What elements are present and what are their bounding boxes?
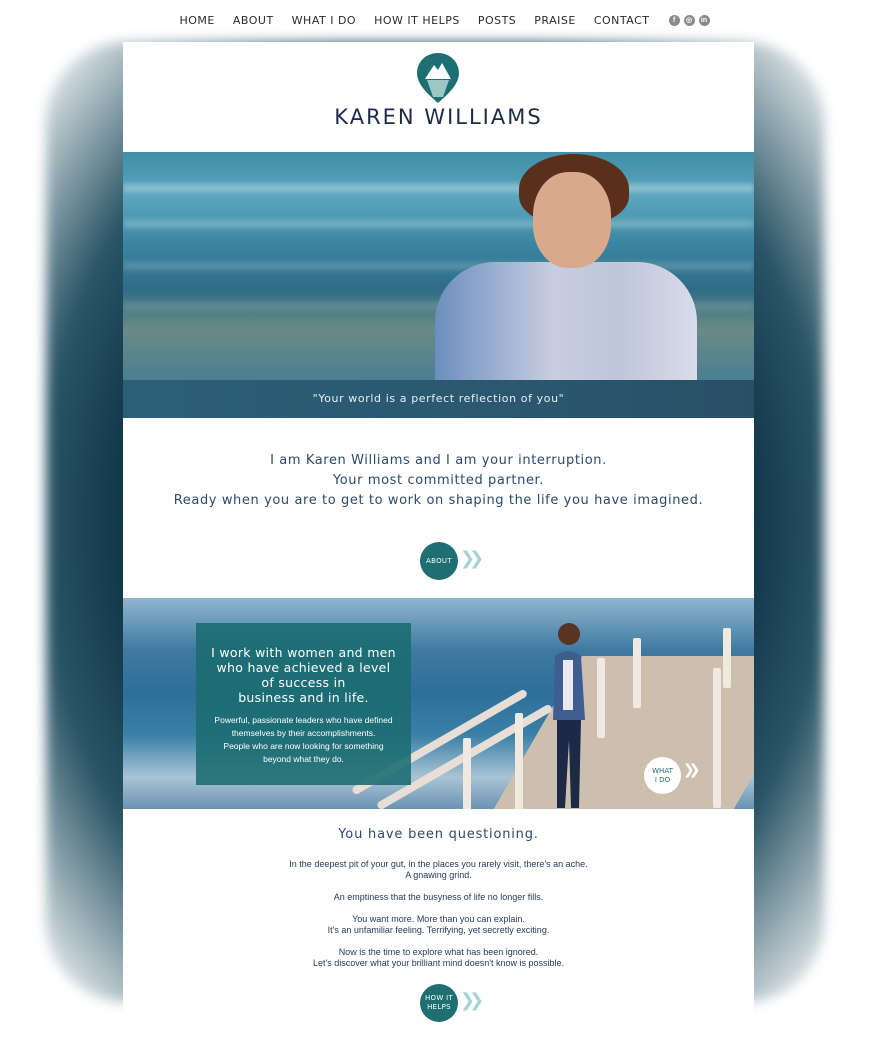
panel-sub-line: Powerful, passionate leaders who have de… — [214, 715, 393, 725]
walking-person — [553, 623, 585, 808]
nav-home[interactable]: HOME — [179, 14, 214, 27]
chevron-right-icon: ❯❯ — [683, 762, 701, 778]
how-it-helps-label: HELPS — [427, 1003, 451, 1011]
chevron-right-icon: ❯❯ — [460, 990, 484, 1011]
how-it-helps-button[interactable]: HOW IT HELPS — [420, 984, 458, 1022]
instagram-icon[interactable]: ◎ — [683, 14, 695, 26]
what-i-do-label: I DO — [654, 775, 671, 784]
intro-line: Your most committed partner. — [332, 473, 545, 488]
portrait-figure — [435, 262, 697, 380]
logo-icon[interactable] — [417, 53, 459, 103]
how-it-helps-label: HOW IT — [424, 994, 454, 1002]
about-button-label: ABOUT — [426, 557, 452, 565]
panel-sub-line: beyond what they do. — [263, 754, 344, 764]
social-links: f ◎ in — [668, 14, 710, 26]
panel-lead-line: I work with women and men — [211, 645, 396, 660]
chevron-right-icon: ❯❯ — [460, 548, 484, 569]
body-line: It's an unfamiliar feeling. Terrifying, … — [327, 925, 550, 935]
nav-contact[interactable]: CONTACT — [594, 14, 650, 27]
nav-praise[interactable]: PRAISE — [534, 14, 576, 27]
hero-image — [123, 152, 754, 380]
body-line: A gnawing grind. — [405, 870, 472, 880]
panel-lead-line: of success in — [261, 675, 346, 690]
nav-what-i-do[interactable]: WHAT I DO — [292, 14, 356, 27]
questioning-body: In the deepest pit of your gut, in the p… — [123, 859, 754, 980]
facebook-icon[interactable]: f — [668, 14, 680, 26]
intro-text: I am Karen Williams and I am your interr… — [123, 451, 754, 511]
page-content: KAREN WILLIAMS "Your world is a perfect … — [123, 42, 754, 1047]
audience-panel: I work with women and men who have achie… — [196, 623, 411, 785]
top-nav: HOME ABOUT WHAT I DO HOW IT HELPS POSTS … — [0, 0, 880, 40]
panel-lead-line: business and in life. — [238, 690, 369, 705]
brand-title: KAREN WILLIAMS — [334, 105, 543, 129]
body-line: You want more. More than you can explain… — [352, 914, 525, 924]
panel-sub-line: People who are now looking for something — [223, 741, 384, 751]
linkedin-icon[interactable]: in — [698, 14, 710, 26]
body-line: An emptiness that the busyness of life n… — [333, 892, 544, 902]
intro-line: I am Karen Williams and I am your interr… — [270, 453, 607, 468]
pier-image: I work with women and men who have achie… — [123, 598, 754, 809]
nav-posts[interactable]: POSTS — [478, 14, 516, 27]
nav-how-it-helps[interactable]: HOW IT HELPS — [374, 14, 460, 27]
body-line: Now is the time to explore what has been… — [338, 947, 539, 957]
panel-lead-line: who have achieved a level — [216, 660, 391, 675]
section-heading: You have been questioning. — [338, 827, 539, 842]
hero-quote: "Your world is a perfect reflection of y… — [123, 380, 754, 418]
body-line: Let's discover what your brilliant mind … — [312, 958, 565, 968]
nav-about[interactable]: ABOUT — [233, 14, 274, 27]
about-button[interactable]: ABOUT — [420, 542, 458, 580]
what-i-do-label: WHAT — [652, 766, 673, 775]
what-i-do-button[interactable]: WHAT I DO — [644, 757, 681, 794]
panel-sub-line: themselves by their accomplishments. — [231, 728, 376, 738]
intro-line: Ready when you are to get to work on sha… — [173, 493, 704, 508]
body-line: In the deepest pit of your gut, in the p… — [289, 859, 588, 869]
